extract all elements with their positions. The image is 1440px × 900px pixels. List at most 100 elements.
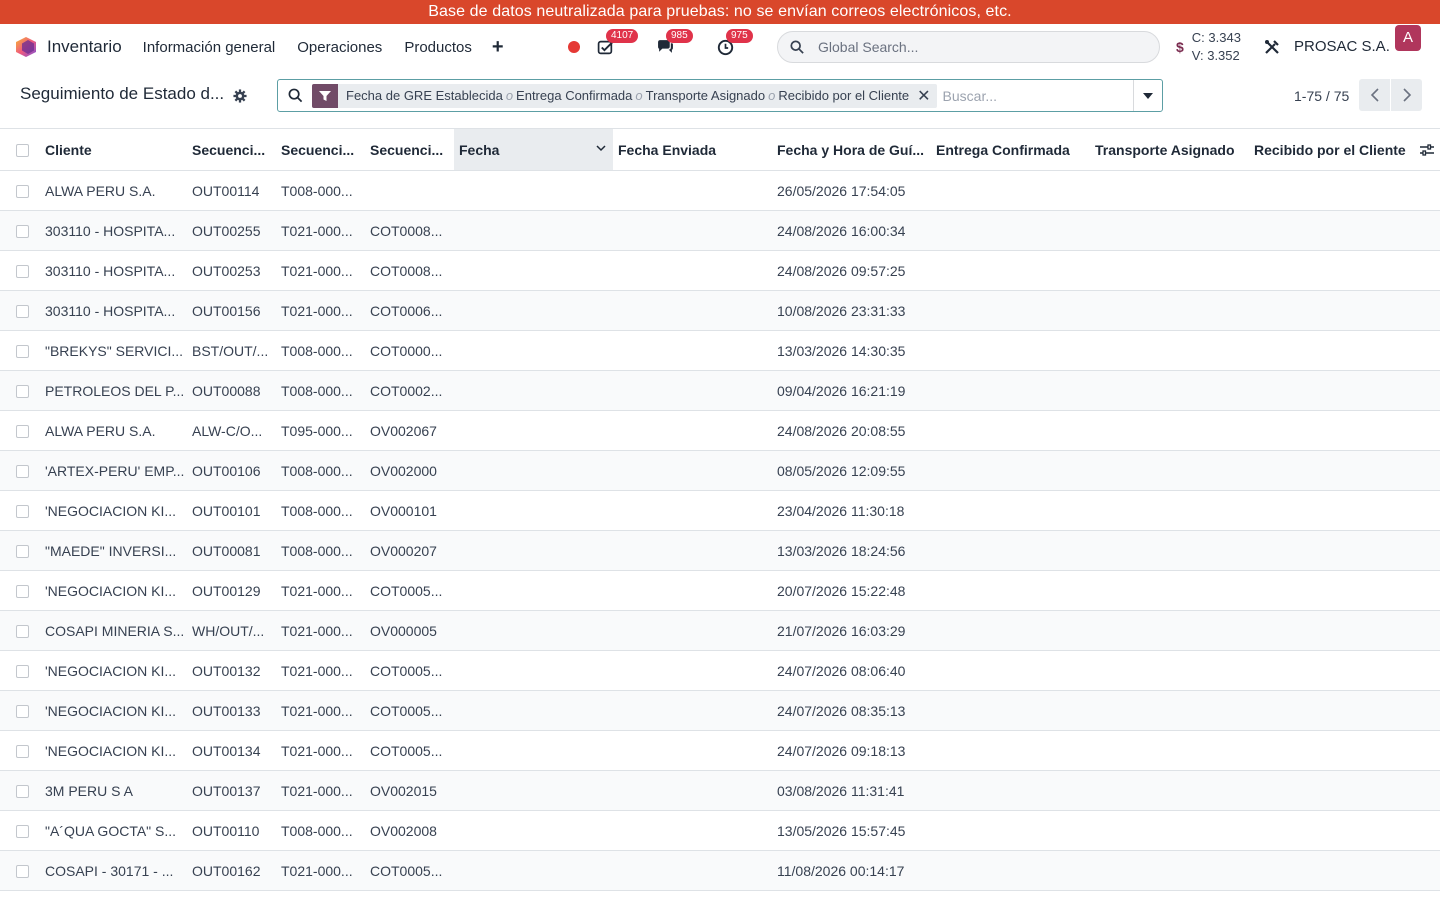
column-fecha-hora-guia[interactable]: Fecha y Hora de Guí... — [772, 129, 931, 171]
row-checkbox[interactable] — [0, 811, 40, 851]
company-switcher[interactable]: PROSAC S.A. — [1294, 38, 1390, 55]
table-row[interactable]: "A´QUA GOCTA" S... OUT00110 T008-000... OV0… — [0, 810, 1440, 851]
table-row[interactable]: 'NEGOCIACION KI... OUT00129 T021-000... COT… — [0, 570, 1440, 611]
cell-secuencia-2: T021-000... — [281, 742, 353, 759]
chevron-left-icon[interactable] — [1359, 79, 1390, 111]
table-row[interactable]: ALWA PERU S.A. OUT00114 T008-000... 26/05/2… — [0, 170, 1440, 211]
cell-recibido-cliente — [1249, 411, 1408, 451]
cell-entrega-confirmada — [931, 811, 1090, 851]
facet-value: Recibido por el Cliente — [778, 88, 910, 103]
cell-fecha-enviada — [613, 171, 772, 211]
row-checkbox[interactable] — [0, 171, 40, 211]
chevron-right-icon[interactable] — [1391, 79, 1422, 111]
row-checkbox[interactable] — [0, 691, 40, 731]
cell-transporte-asignado — [1090, 171, 1249, 211]
table-row[interactable]: 303110 - HOSPITA... OUT00253 T021-000... CO… — [0, 250, 1440, 291]
filter-facet[interactable]: Fecha de GRE Establecida o Entrega Confirm… — [312, 83, 937, 108]
table-row[interactable]: 'NEGOCIACION KI... OUT00134 T021-000... COT… — [0, 730, 1440, 771]
row-checkbox[interactable] — [0, 371, 40, 411]
select-all-checkbox[interactable] — [0, 129, 40, 171]
search-icon — [288, 88, 303, 103]
table-row[interactable]: 'NEGOCIACION KI... OUT00101 T008-000... OV0… — [0, 490, 1440, 531]
row-checkbox[interactable] — [0, 251, 40, 291]
cell-cliente: 'NEGOCIACION KI... — [45, 502, 177, 519]
cell-fecha — [454, 851, 613, 891]
plus-icon[interactable]: + — [492, 36, 504, 59]
column-settings-icon[interactable] — [1408, 129, 1440, 171]
caret-down-icon[interactable] — [1133, 80, 1162, 111]
activity-check-icon[interactable]: 4107 — [596, 29, 639, 56]
row-checkbox[interactable] — [0, 771, 40, 811]
table-row[interactable]: ALWA PERU S.A. ALW-C/O... T095-000... OV002… — [0, 410, 1440, 451]
row-checkbox[interactable] — [0, 491, 40, 531]
cell-secuencia-1: OUT00129 — [192, 582, 261, 599]
table-row[interactable]: 'NEGOCIACION KI... OUT00133 T021-000... COT… — [0, 690, 1440, 731]
cell-fecha-enviada — [613, 771, 772, 811]
cell-secuencia-3: COT0005... — [370, 582, 443, 599]
row-spacer — [1408, 491, 1440, 531]
table-row[interactable]: 'ARTEX-PERU' EMP... OUT00106 T008-000... OV… — [0, 450, 1440, 491]
column-secuencia-2[interactable]: Secuenci... — [276, 129, 365, 171]
cell-cliente: 'NEGOCIACION KI... — [45, 662, 177, 679]
exchange-rates[interactable]: $ C: 3.343 V: 3.352 — [1176, 29, 1241, 65]
row-checkbox[interactable] — [0, 331, 40, 371]
row-checkbox[interactable] — [0, 851, 40, 891]
cell-fecha — [454, 731, 613, 771]
tools-icon[interactable] — [1264, 39, 1280, 55]
column-secuencia-3[interactable]: Secuenci... — [365, 129, 454, 171]
row-checkbox[interactable] — [0, 291, 40, 331]
column-entrega-confirmada[interactable]: Entrega Confirmada — [931, 129, 1090, 171]
record-dot-icon[interactable] — [568, 41, 580, 53]
search-input[interactable] — [942, 87, 1103, 104]
table-row[interactable]: 303110 - HOSPITA... OUT00255 T021-000... CO… — [0, 210, 1440, 251]
global-search-input[interactable] — [818, 39, 1118, 55]
facet-value: Transporte Asignado — [645, 88, 766, 103]
row-checkbox[interactable] — [0, 531, 40, 571]
menu-informacion-general[interactable]: Información general — [143, 39, 276, 56]
column-secuencia-1[interactable]: Secuenci... — [187, 129, 276, 171]
menu-productos[interactable]: Productos — [404, 39, 472, 56]
column-transporte-asignado[interactable]: Transporte Asignado — [1090, 129, 1249, 171]
cell-secuencia-1: OUT00101 — [192, 502, 261, 519]
cell-secuencia-3: COT0000... — [370, 342, 443, 359]
column-fecha[interactable]: Fecha — [454, 128, 613, 171]
column-recibido-cliente[interactable]: Recibido por el Cliente — [1249, 129, 1408, 171]
cell-recibido-cliente — [1249, 451, 1408, 491]
row-checkbox[interactable] — [0, 571, 40, 611]
menu-operaciones[interactable]: Operaciones — [297, 39, 382, 56]
inventory-app-icon[interactable] — [16, 37, 36, 57]
table-row[interactable]: "MAEDE" INVERSI... OUT00081 T008-000... OV0… — [0, 530, 1440, 571]
row-checkbox[interactable] — [0, 451, 40, 491]
row-checkbox[interactable] — [0, 731, 40, 771]
cell-fecha-enviada — [613, 411, 772, 451]
user-avatar[interactable]: A — [1395, 25, 1421, 51]
cell-fecha-enviada — [613, 491, 772, 531]
row-spacer — [1408, 691, 1440, 731]
row-checkbox[interactable] — [0, 611, 40, 651]
close-icon[interactable]: ✕ — [917, 86, 936, 106]
gear-icon[interactable] — [233, 89, 247, 103]
row-checkbox[interactable] — [0, 211, 40, 251]
cell-cliente: 303110 - HOSPITA... — [45, 262, 176, 279]
app-name[interactable]: Inventario — [47, 37, 122, 57]
table-row[interactable]: COSAPI MINERIA S... WH/OUT/... T021-000...… — [0, 610, 1440, 651]
row-checkbox[interactable] — [0, 651, 40, 691]
cell-entrega-confirmada — [931, 771, 1090, 811]
row-spacer — [1408, 211, 1440, 251]
column-fecha-enviada[interactable]: Fecha Enviada — [613, 129, 772, 171]
cell-secuencia-1: OUT00137 — [192, 782, 261, 799]
table-row[interactable]: COSAPI - 30171 - ... OUT00162 T021-000... C… — [0, 850, 1440, 891]
chat-icon[interactable]: 985 — [656, 29, 693, 56]
cell-entrega-confirmada — [931, 651, 1090, 691]
table-row[interactable]: 3M PERU S A OUT00137 T021-000... OV002015 03… — [0, 770, 1440, 811]
clock-icon[interactable]: 975 — [716, 29, 753, 56]
table-row[interactable]: 'NEGOCIACION KI... OUT00132 T021-000... COT… — [0, 650, 1440, 691]
table-row[interactable]: PETROLEOS DEL P... OUT00088 T008-000... COT… — [0, 370, 1440, 411]
table-row[interactable]: "BREKYS" SERVICI... BST/OUT/... T008-000..… — [0, 330, 1440, 371]
pager-value[interactable]: 1-75 / 75 — [1294, 88, 1349, 104]
table-row[interactable]: 303110 - HOSPITA... OUT00156 T021-000... CO… — [0, 290, 1440, 331]
column-cliente[interactable]: Cliente — [40, 129, 187, 171]
cell-transporte-asignado — [1090, 291, 1249, 331]
row-checkbox[interactable] — [0, 411, 40, 451]
cell-fecha-enviada — [613, 211, 772, 251]
